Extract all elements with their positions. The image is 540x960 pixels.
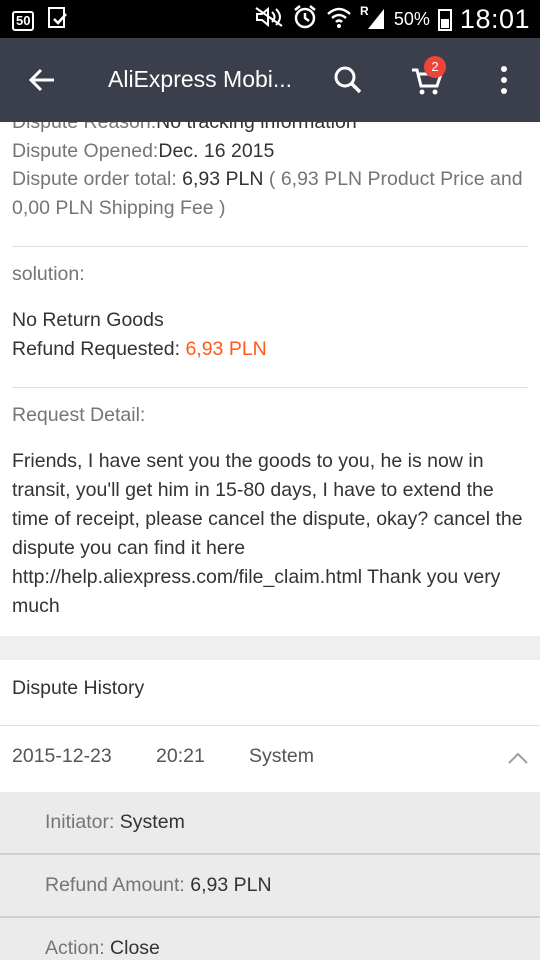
request-detail-label: Request Detail: (12, 404, 146, 426)
section-separator (0, 636, 540, 660)
wifi-icon (326, 5, 352, 34)
refund-requested-row: Refund Requested: 6,93 PLN (12, 335, 528, 364)
search-button[interactable] (328, 60, 368, 100)
dispute-reason-row: Dispute Reason:No tracking information (12, 122, 528, 137)
more-dot (501, 77, 507, 83)
arrow-back-icon (28, 68, 54, 92)
clock: 18:01 (459, 4, 530, 34)
refund-requested-value: 6,93 PLN (185, 338, 267, 360)
more-dot (501, 88, 507, 94)
history-detail-action: Action: Close (0, 918, 540, 960)
page-title: AliExpress Mobi... (108, 66, 293, 92)
app-bar: AliExpress Mobi... (0, 38, 540, 122)
dispute-opened-row: Dispute Opened:Dec. 16 2015 (12, 137, 528, 166)
history-entry-header[interactable]: 2015-12-23 20:21 System (0, 725, 540, 792)
dispute-total-row: Dispute order total: 6,93 PLN ( 6,93 PLN… (12, 165, 528, 223)
more-dot (501, 66, 507, 72)
dispute-opened-value: Dec. 16 2015 (158, 140, 275, 162)
back-button[interactable] (22, 60, 62, 100)
history-detail-refund-amount: Refund Amount: 6,93 PLN (0, 855, 540, 918)
status-bar: 50 R 50% 18:01 (0, 0, 540, 38)
search-icon (334, 66, 362, 94)
dispute-opened-label: Dispute Opened: (12, 140, 159, 162)
initiator-label: Initiator: (45, 811, 120, 833)
dispute-history-title: Dispute History (12, 677, 145, 699)
history-date: 2015-12-23 (12, 745, 112, 767)
svg-text:R: R (360, 5, 369, 18)
initiator-value: System (119, 811, 185, 833)
overflow-menu-button[interactable] (490, 60, 518, 100)
history-time: 20:21 (156, 745, 205, 767)
download-done-icon (48, 7, 68, 34)
signal-icon: R (360, 4, 386, 34)
solution-return-text: No Return Goods (12, 309, 164, 331)
refund-amount-label: Refund Amount: (45, 874, 191, 896)
alarm-icon (292, 4, 318, 35)
cart-count-badge: 2 (424, 56, 446, 78)
dispute-total-value: 6,93 PLN (182, 168, 264, 190)
dispute-total-label: Dispute order total: (12, 168, 183, 190)
nfc-mute-icon (254, 6, 284, 33)
solution-label: solution: (12, 263, 85, 285)
refund-amount-value: 6,93 PLN (190, 874, 272, 896)
chevron-up-icon[interactable] (506, 750, 530, 766)
history-actor: System (249, 745, 315, 767)
action-label: Action: (45, 937, 111, 959)
history-detail-initiator: Initiator: System (0, 792, 540, 855)
action-value: Close (110, 937, 160, 959)
dispute-detail-content: Dispute Reason:No tracking information D… (0, 122, 540, 960)
dispute-reason-value: No tracking information (156, 122, 357, 133)
storage-50-icon: 50 (12, 10, 35, 31)
divider (12, 246, 528, 247)
refund-requested-label: Refund Requested: (12, 338, 186, 360)
battery-icon (437, 8, 452, 31)
divider (12, 387, 528, 388)
dispute-reason-label: Dispute Reason: (12, 122, 157, 133)
request-detail-text: Friends, I have sent you the goods to yo… (12, 450, 523, 617)
battery-percent: 50% (393, 9, 430, 29)
